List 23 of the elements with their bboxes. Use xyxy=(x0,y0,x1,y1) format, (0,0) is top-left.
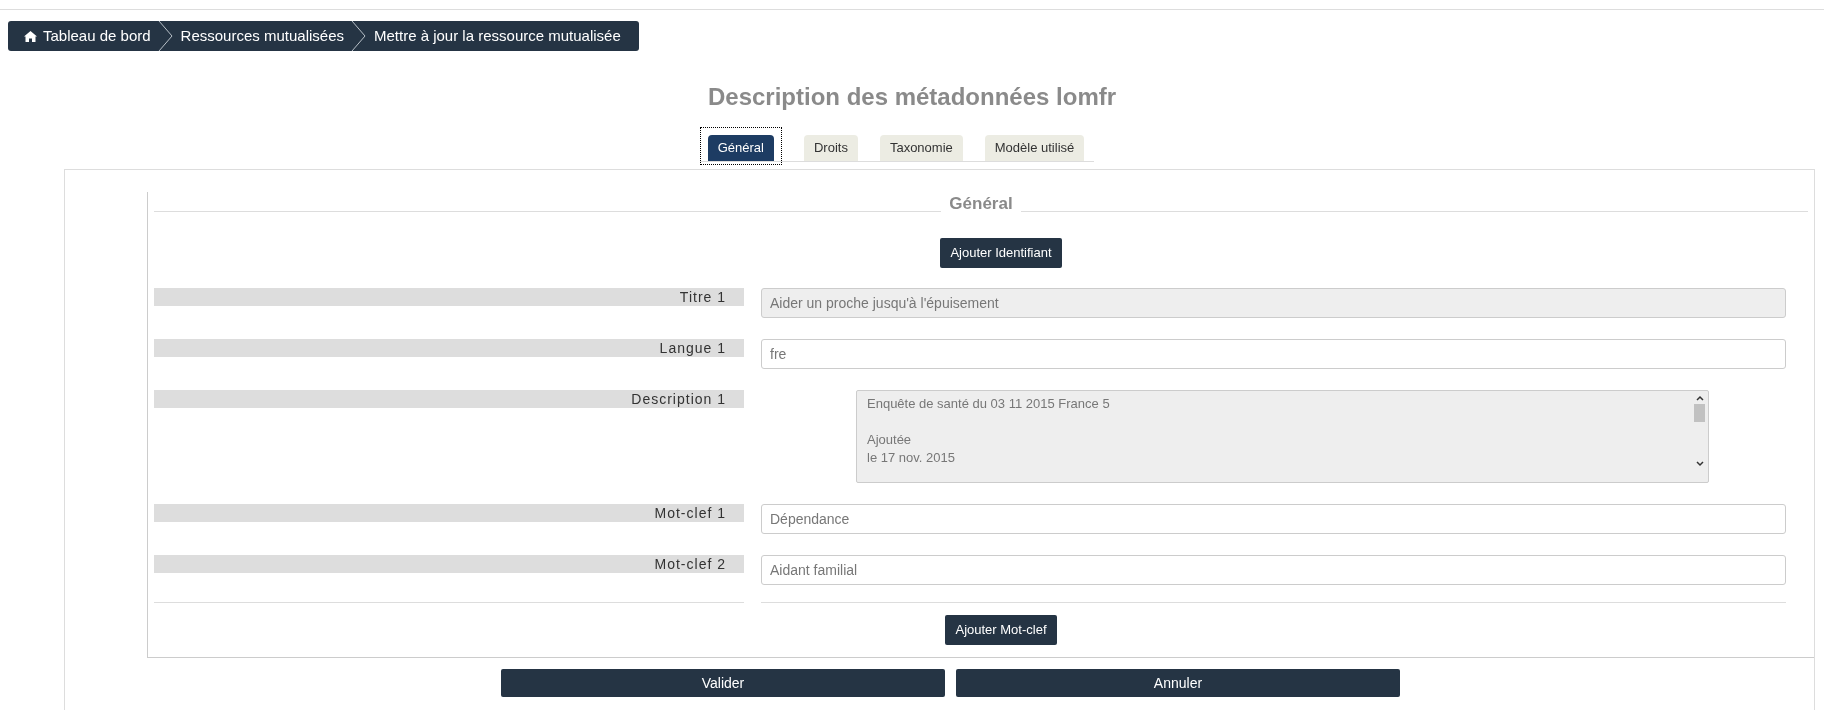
field-label: Mot-clef 2 xyxy=(154,555,744,573)
text-field[interactable]: fre xyxy=(761,339,1786,369)
chevron-separator-icon xyxy=(156,21,175,51)
tab[interactable]: Droits xyxy=(803,135,858,161)
form-button[interactable]: Annuler xyxy=(956,669,1400,697)
breadcrumb-link[interactable]: Mettre à jour la ressource mutualisée xyxy=(370,24,625,48)
field-label: Langue 1 xyxy=(154,339,744,357)
text-field[interactable]: Aidant familial xyxy=(761,555,1786,585)
add-keyword-button[interactable]: Ajouter Mot-clef xyxy=(945,615,1057,645)
tab[interactable]: Général xyxy=(707,135,774,161)
form-button[interactable]: Valider xyxy=(501,669,945,697)
breadcrumb-link[interactable]: Tableau de bord xyxy=(20,24,155,48)
tab[interactable]: Taxonomie xyxy=(879,135,963,161)
add-identifier-button[interactable]: Ajouter Identifiant xyxy=(940,238,1062,268)
breadcrumb-link[interactable]: Ressources mutualisées xyxy=(176,24,348,48)
field-label: Description 1 xyxy=(154,390,744,408)
field-label: Titre 1 xyxy=(154,288,744,306)
page-title: Description des métadonnées lomfr xyxy=(706,82,1118,112)
chevron-separator-icon xyxy=(350,21,368,51)
home-icon xyxy=(24,30,37,42)
field-label: Mot-clef 1 xyxy=(154,504,744,522)
tab[interactable]: Modèle utilisé xyxy=(984,135,1085,161)
text-field[interactable]: Dépendance xyxy=(761,504,1786,534)
